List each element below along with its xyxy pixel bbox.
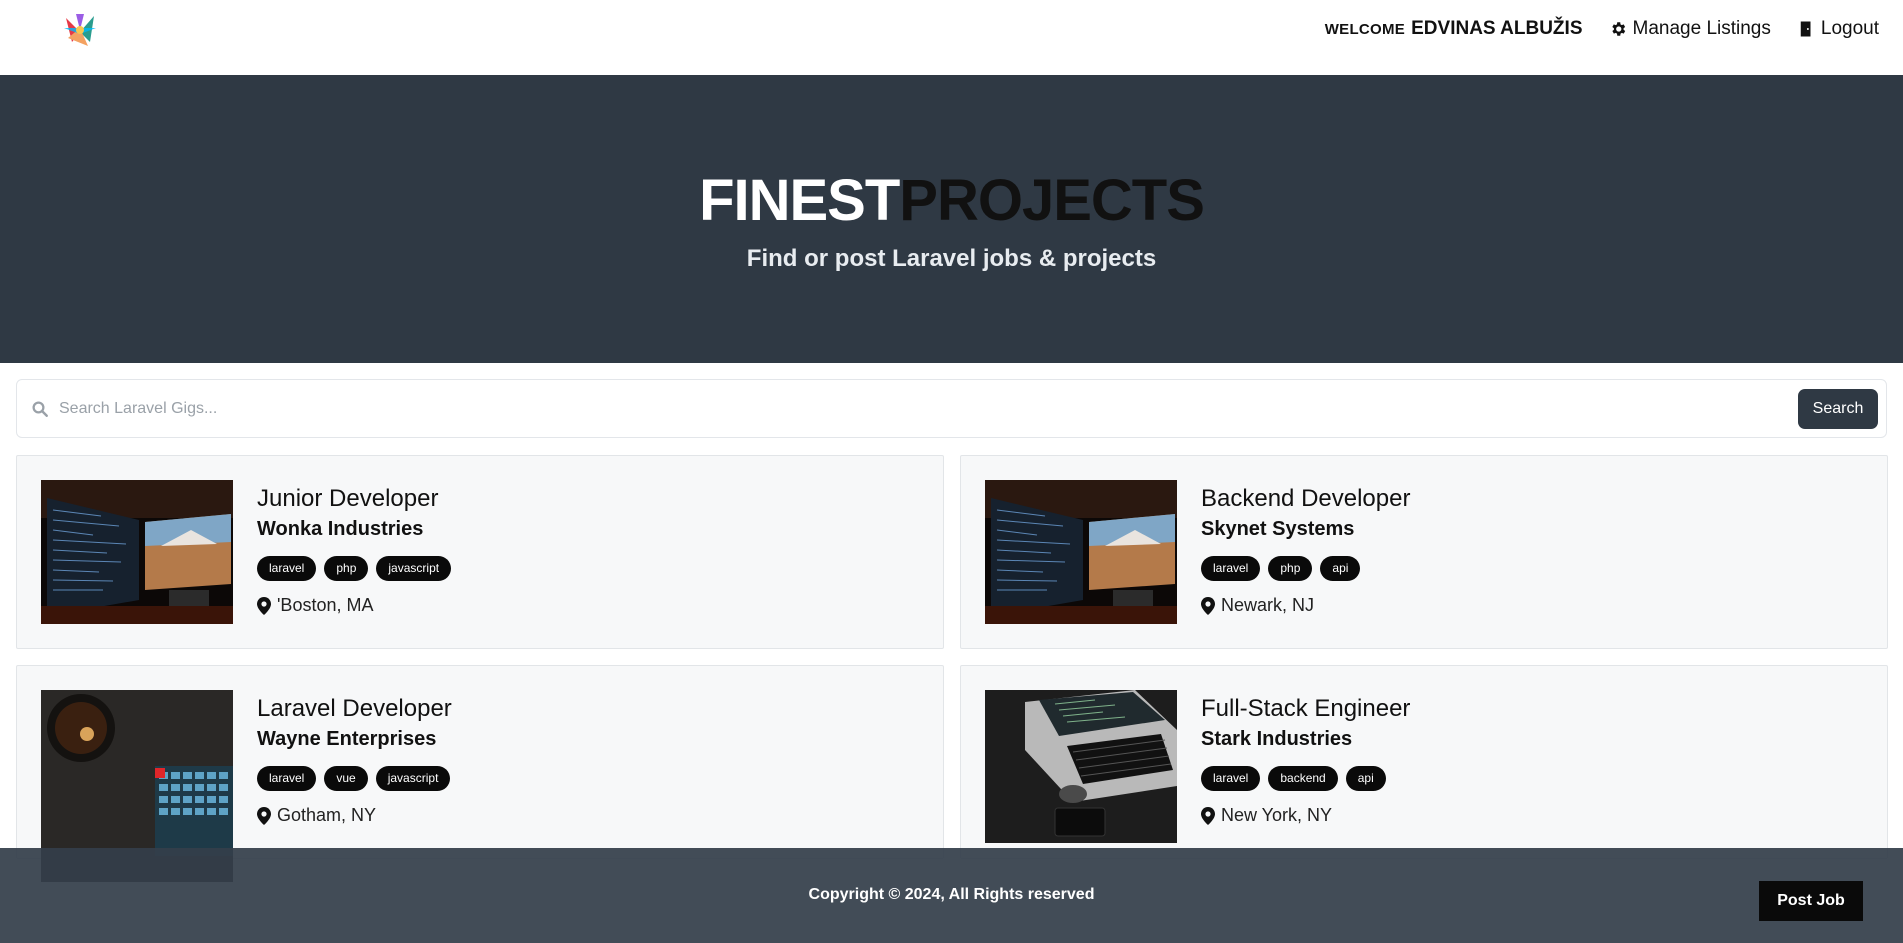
search-form: Search <box>16 379 1887 438</box>
listing-body: Full-Stack Engineer Stark Industries lar… <box>1201 694 1410 826</box>
top-nav: Welcome Edvinas Albužis Manage Listings … <box>0 0 1903 75</box>
listing-body: Laravel Developer Wayne Enterprises lara… <box>257 694 452 826</box>
location-text: New York, NY <box>1221 805 1333 825</box>
map-marker-icon <box>257 806 271 825</box>
door-icon <box>1800 21 1811 37</box>
manage-listings-label: Manage Listings <box>1632 18 1771 39</box>
listing-company: Skynet Systems <box>1201 518 1355 540</box>
search-button[interactable]: Search <box>1798 389 1878 429</box>
listing-company: Wonka Industries <box>257 518 424 540</box>
hero-title-part1: FINEST <box>699 168 900 233</box>
tag[interactable]: backend <box>1268 766 1338 791</box>
listing-location: Newark, NJ <box>1201 595 1410 616</box>
listing-image[interactable] <box>985 480 1177 624</box>
listing-card[interactable]: Full-Stack Engineer Stark Industries lar… <box>960 665 1888 859</box>
tag-list: laravel vue javascript <box>257 766 452 791</box>
tag-list: laravel php api <box>1201 556 1410 581</box>
hero-title: FINESTPROJECTS <box>0 167 1903 234</box>
tag[interactable]: api <box>1320 556 1361 581</box>
manage-listings-link[interactable]: Manage Listings <box>1609 18 1771 40</box>
listing-location: New York, NY <box>1201 805 1410 826</box>
tag-list: laravel php javascript <box>257 556 452 581</box>
tag-list: laravel backend api <box>1201 766 1410 791</box>
tag[interactable]: javascript <box>376 556 452 581</box>
listing-title[interactable]: Backend Developer <box>1201 484 1410 514</box>
listing-title[interactable]: Full-Stack Engineer <box>1201 694 1410 724</box>
listing-company: Stark Industries <box>1201 728 1353 750</box>
location-text: 'Boston, MA <box>277 595 374 615</box>
tag[interactable]: php <box>1268 556 1313 581</box>
gear-icon <box>1611 22 1625 36</box>
location-text: Gotham, NY <box>277 805 377 825</box>
logout-link[interactable]: Logout <box>1797 18 1879 40</box>
logo-icon[interactable] <box>58 8 102 52</box>
search-icon <box>32 401 48 417</box>
tag[interactable]: laravel <box>1201 766 1261 791</box>
username: Edvinas Albužis <box>1411 18 1583 39</box>
footer: Copyright © 2024, All Rights reserved Po… <box>0 848 1903 943</box>
welcome-message: Welcome Edvinas Albužis <box>1325 18 1583 40</box>
listing-title[interactable]: Junior Developer <box>257 484 451 514</box>
map-marker-icon <box>257 596 271 615</box>
hero-subtitle: Find or post Laravel jobs & projects <box>746 245 1157 272</box>
listing-card[interactable]: Junior Developer Wonka Industries larave… <box>16 455 944 649</box>
location-text: Newark, NJ <box>1221 595 1315 615</box>
post-job-button[interactable]: Post Job <box>1759 881 1863 921</box>
copyright-text: Copyright © 2024, All Rights reserved <box>808 886 1095 903</box>
listing-company: Wayne Enterprises <box>257 728 437 750</box>
listing-card[interactable]: Laravel Developer Wayne Enterprises lara… <box>16 665 944 882</box>
map-marker-icon <box>1201 596 1215 615</box>
hero-banner: FINESTPROJECTS Find or post Laravel jobs… <box>0 75 1903 363</box>
nav-links: Welcome Edvinas Albužis Manage Listings … <box>1325 0 1879 58</box>
tag[interactable]: php <box>324 556 369 581</box>
listing-card[interactable]: Backend Developer Skynet Systems laravel… <box>960 455 1888 649</box>
tag[interactable]: javascript <box>375 766 451 791</box>
hero-title-part2: PROJECTS <box>899 168 1205 233</box>
listing-body: Backend Developer Skynet Systems laravel… <box>1201 484 1410 616</box>
listing-location: 'Boston, MA <box>257 595 451 616</box>
tag[interactable]: api <box>1345 766 1386 791</box>
listing-image[interactable] <box>41 480 233 624</box>
search-input[interactable] <box>57 392 1757 426</box>
listing-title[interactable]: Laravel Developer <box>257 694 452 724</box>
listing-body: Junior Developer Wonka Industries larave… <box>257 484 452 616</box>
logout-label: Logout <box>1820 18 1879 39</box>
tag[interactable]: laravel <box>257 556 317 581</box>
welcome-label: Welcome <box>1324 21 1406 38</box>
tag[interactable]: laravel <box>1201 556 1261 581</box>
map-marker-icon <box>1201 806 1215 825</box>
listing-image[interactable] <box>985 690 1177 843</box>
listing-location: Gotham, NY <box>257 805 452 826</box>
tag[interactable]: laravel <box>257 766 317 791</box>
tag[interactable]: vue <box>324 766 368 791</box>
